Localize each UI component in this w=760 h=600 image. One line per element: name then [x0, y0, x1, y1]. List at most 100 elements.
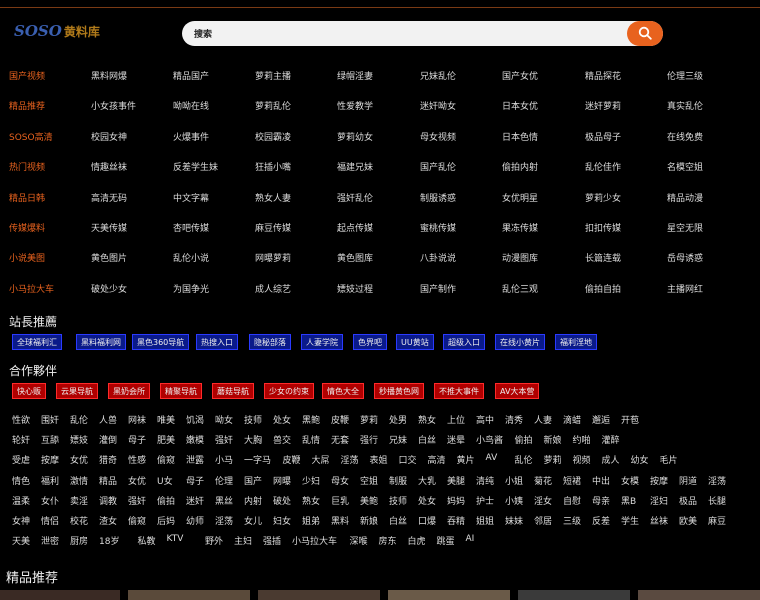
partner-link[interactable]: 少女の约束: [264, 383, 314, 399]
tag-link[interactable]: 一字马: [244, 453, 271, 466]
tag-link[interactable]: 姐姐: [476, 514, 494, 527]
nav-sub-link[interactable]: 麻豆传媒: [255, 221, 291, 234]
tag-link[interactable]: 强奸: [215, 433, 233, 446]
tag-link[interactable]: 迷晕: [447, 433, 465, 446]
tag-link[interactable]: KTV: [167, 534, 184, 544]
tag-link[interactable]: 调教: [99, 494, 117, 507]
nav-category-link[interactable]: 传媒爆料: [9, 221, 45, 234]
nav-sub-link[interactable]: 校园女神: [91, 130, 127, 143]
tag-link[interactable]: 按摩: [41, 453, 59, 466]
nav-sub-link[interactable]: 在线免费: [667, 130, 703, 143]
tag-link[interactable]: 无套: [331, 433, 349, 446]
friend-link[interactable]: 黑色360导航: [132, 334, 190, 350]
tag-link[interactable]: 三级: [563, 514, 581, 527]
nav-sub-link[interactable]: 网曝萝莉: [255, 251, 291, 264]
tag-link[interactable]: 偷窥: [128, 514, 146, 527]
tag-link[interactable]: 表姐: [370, 453, 388, 466]
tag-link[interactable]: 嫩模: [186, 433, 204, 446]
tag-link[interactable]: 嫖妓: [70, 433, 88, 446]
tag-link[interactable]: 野外: [205, 534, 223, 547]
tag-link[interactable]: 温柔: [12, 494, 30, 507]
tag-link[interactable]: 阴道: [679, 474, 697, 487]
tag-link[interactable]: 灌倒: [99, 433, 117, 446]
tag-link[interactable]: 清秀: [505, 413, 523, 426]
tag-link[interactable]: 处男: [389, 413, 407, 426]
tag-link[interactable]: 反差: [592, 514, 610, 527]
tag-link[interactable]: 中出: [592, 474, 610, 487]
tag-link[interactable]: 母亲: [592, 494, 610, 507]
thumbnail[interactable]: [518, 590, 630, 600]
tag-link[interactable]: 强插: [263, 534, 281, 547]
tag-link[interactable]: 肥美: [157, 433, 175, 446]
tag-link[interactable]: 情色: [12, 474, 30, 487]
tag-link[interactable]: 小马: [215, 453, 233, 466]
friend-link[interactable]: 色界吧: [353, 334, 387, 350]
tag-link[interactable]: 淫妇: [650, 494, 668, 507]
friend-link[interactable]: 在线小黄片: [495, 334, 545, 350]
tag-link[interactable]: 麻豆: [708, 514, 726, 527]
partner-link[interactable]: 情色大全: [322, 383, 364, 399]
tag-link[interactable]: 按摩: [650, 474, 668, 487]
tag-link[interactable]: 小姐: [505, 474, 523, 487]
nav-category-link[interactable]: 热门视频: [9, 160, 45, 173]
nav-sub-link[interactable]: 强奸乱伦: [337, 191, 373, 204]
search-input[interactable]: 搜索: [182, 21, 663, 46]
tag-link[interactable]: 白丝: [418, 433, 436, 446]
tag-link[interactable]: 高清: [428, 453, 446, 466]
nav-sub-link[interactable]: 熟女人妻: [255, 191, 291, 204]
nav-sub-link[interactable]: 真实乱伦: [667, 99, 703, 112]
tag-link[interactable]: 性欲: [12, 413, 30, 426]
tag-link[interactable]: 邻居: [534, 514, 552, 527]
nav-sub-link[interactable]: 狂插小嘴: [255, 160, 291, 173]
tag-link[interactable]: 姐弟: [302, 514, 320, 527]
nav-sub-link[interactable]: 乱伦小说: [173, 251, 209, 264]
tag-link[interactable]: 女儿: [244, 514, 262, 527]
nav-sub-link[interactable]: 迷奸呦女: [420, 99, 456, 112]
thumbnail[interactable]: [388, 590, 510, 600]
nav-sub-link[interactable]: 制服诱惑: [420, 191, 456, 204]
tag-link[interactable]: 学生: [621, 514, 639, 527]
tag-link[interactable]: 黄片: [457, 453, 475, 466]
tag-link[interactable]: 黑料: [331, 514, 349, 527]
thumbnail[interactable]: [0, 590, 120, 600]
tag-link[interactable]: 黑B: [621, 494, 636, 507]
tag-link[interactable]: 巨乳: [331, 494, 349, 507]
tag-link[interactable]: 妹妹: [505, 514, 523, 527]
tag-link[interactable]: 小马拉大车: [292, 534, 337, 547]
tag-link[interactable]: 美鲍: [360, 494, 378, 507]
tag-link[interactable]: 幼女: [631, 453, 649, 466]
tag-link[interactable]: 口交: [399, 453, 417, 466]
tag-link[interactable]: 视频: [573, 453, 591, 466]
tag-link[interactable]: 护士: [476, 494, 494, 507]
nav-sub-link[interactable]: 黄色图片: [91, 251, 127, 264]
tag-link[interactable]: 呦女: [215, 413, 233, 426]
nav-sub-link[interactable]: 绿帽淫妻: [337, 69, 373, 82]
thumbnail[interactable]: [128, 590, 250, 600]
nav-sub-link[interactable]: 蜜桃传媒: [420, 221, 456, 234]
nav-sub-link[interactable]: 主播网红: [667, 282, 703, 295]
tag-link[interactable]: 皮鞭: [331, 413, 349, 426]
tag-link[interactable]: 女优: [128, 474, 146, 487]
tag-link[interactable]: 大胸: [244, 433, 262, 446]
nav-sub-link[interactable]: 反差学生妹: [173, 160, 218, 173]
tag-link[interactable]: 偷窥: [157, 453, 175, 466]
tag-link[interactable]: 自慰: [563, 494, 581, 507]
tag-link[interactable]: 国产: [244, 474, 262, 487]
nav-sub-link[interactable]: 乱伦佳作: [585, 160, 621, 173]
friend-link[interactable]: 全球福利汇: [12, 334, 62, 350]
nav-sub-link[interactable]: 长篇连载: [585, 251, 621, 264]
nav-sub-link[interactable]: 迷奸萝莉: [585, 99, 621, 112]
tag-link[interactable]: 福利: [41, 474, 59, 487]
tag-link[interactable]: 母子: [128, 433, 146, 446]
tag-link[interactable]: 淫荡: [708, 474, 726, 487]
tag-link[interactable]: 女仆: [41, 494, 59, 507]
tag-link[interactable]: 迷奸: [186, 494, 204, 507]
tag-link[interactable]: 约啪: [573, 433, 591, 446]
nav-sub-link[interactable]: 呦呦在线: [173, 99, 209, 112]
partner-link[interactable]: 蘑菇导航: [212, 383, 254, 399]
friend-link[interactable]: 福利淫地: [555, 334, 597, 350]
nav-sub-link[interactable]: 起点传媒: [337, 221, 373, 234]
tag-link[interactable]: 灌醉: [602, 433, 620, 446]
nav-category-link[interactable]: 小马拉大车: [9, 282, 54, 295]
tag-link[interactable]: 深喉: [350, 534, 368, 547]
